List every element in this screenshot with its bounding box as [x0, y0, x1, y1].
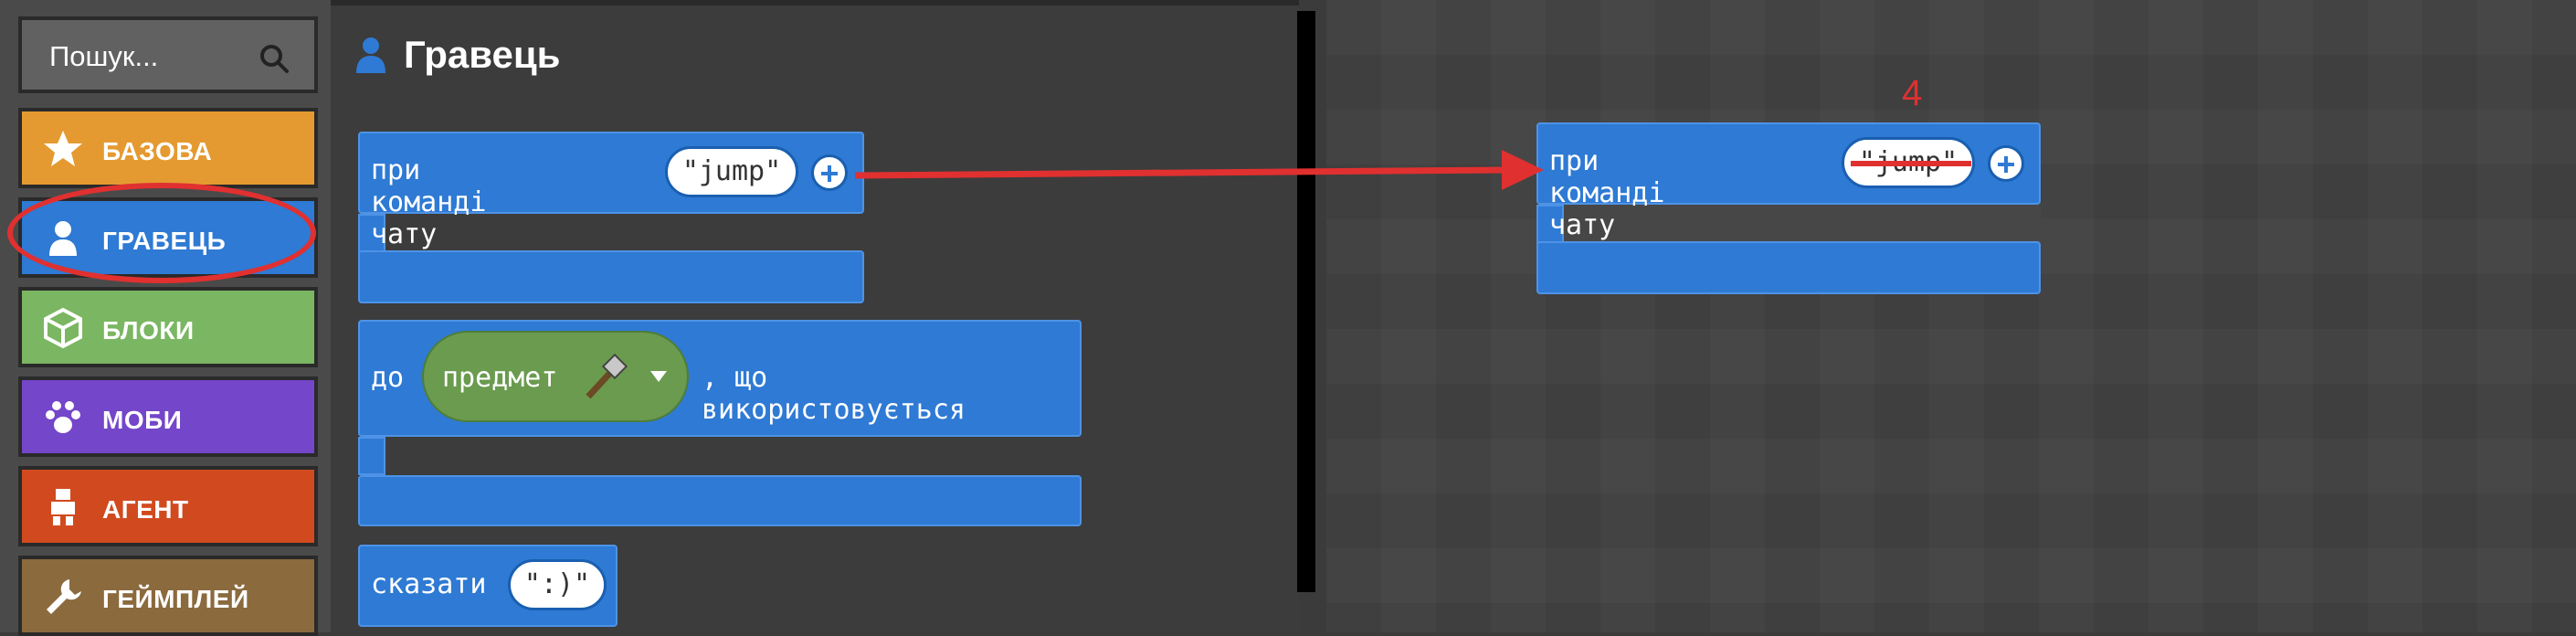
annotation-arrow [854, 150, 1544, 190]
